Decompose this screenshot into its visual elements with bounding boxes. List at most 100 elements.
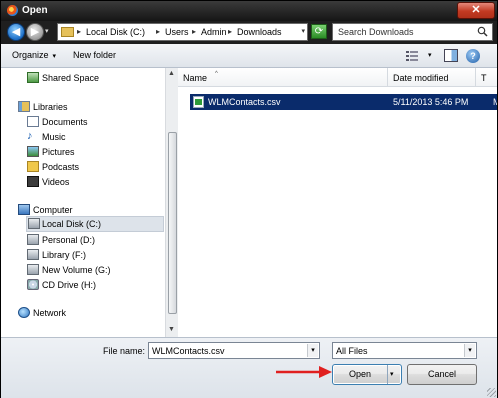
change-view-icon[interactable] bbox=[406, 50, 418, 61]
breadcrumb-separator[interactable]: ▸ bbox=[192, 27, 196, 36]
drive-icon bbox=[28, 218, 40, 229]
breadcrumb-separator[interactable]: ▸ bbox=[156, 27, 160, 36]
chevron-down-icon[interactable]: ▾ bbox=[464, 344, 475, 357]
breadcrumb-local-disk[interactable]: Local Disk (C:) bbox=[86, 27, 145, 37]
column-header-type[interactable]: T bbox=[476, 68, 497, 87]
help-icon[interactable]: ? bbox=[466, 49, 480, 63]
sidebar-item-pictures[interactable]: Pictures bbox=[27, 145, 147, 160]
drive-icon bbox=[27, 264, 39, 275]
sidebar-item-label: Videos bbox=[42, 177, 70, 187]
breadcrumb-downloads[interactable]: Downloads bbox=[237, 27, 282, 37]
drive-icon bbox=[27, 234, 39, 245]
breadcrumb-admin[interactable]: Admin bbox=[201, 27, 227, 37]
open-button-label: Open bbox=[348, 369, 372, 379]
annotation-arrow-icon bbox=[276, 366, 332, 378]
file-selection-panel: File name: WLMContacts.csv ▾ All Files ▾… bbox=[1, 337, 497, 398]
videos-icon bbox=[27, 176, 39, 187]
scrollbar-thumb[interactable] bbox=[168, 132, 177, 314]
folder-icon bbox=[61, 27, 74, 37]
new-folder-button[interactable]: New folder bbox=[73, 50, 116, 60]
close-button[interactable]: ✕ bbox=[457, 2, 495, 19]
preview-pane-icon[interactable] bbox=[444, 49, 458, 62]
sidebar-item-label: Local Disk (C:) bbox=[42, 219, 102, 229]
split-divider bbox=[387, 365, 388, 384]
recent-locations-dropdown[interactable]: ▾ bbox=[45, 27, 49, 35]
sidebar-item-network[interactable]: Network bbox=[18, 306, 138, 321]
sidebar-item-label: New Volume (G:) bbox=[42, 265, 111, 275]
file-name-label: File name: bbox=[103, 346, 146, 356]
breadcrumb-users[interactable]: Users bbox=[165, 27, 189, 37]
pictures-icon bbox=[27, 146, 39, 157]
column-header-date-modified[interactable]: Date modified bbox=[388, 68, 476, 87]
file-list[interactable]: Name ^ Date modified T WLMContacts.csv 5… bbox=[178, 68, 497, 337]
sidebar-item-documents[interactable]: Documents bbox=[27, 115, 147, 130]
sidebar-item-label: Pictures bbox=[42, 147, 75, 157]
file-name-input[interactable]: WLMContacts.csv ▾ bbox=[148, 342, 320, 359]
file-date-modified: 5/11/2013 5:46 PM bbox=[393, 97, 469, 107]
sidebar-item-label: Documents bbox=[42, 117, 88, 127]
navigation-bar: ◀ ▶ ▾ ▸ Local Disk (C:) ▸ Users ▸ Admin … bbox=[1, 21, 497, 43]
column-label: Name bbox=[183, 73, 208, 83]
sidebar-item-label: Computer bbox=[33, 205, 73, 215]
chevron-down-icon: ▾ bbox=[52, 53, 57, 60]
sidebar-item-label: Shared Space bbox=[42, 73, 100, 83]
sidebar-item-label: Network bbox=[33, 308, 67, 318]
forward-button[interactable]: ▶ bbox=[26, 23, 44, 41]
sidebar-item-label: CD Drive (H:) bbox=[42, 280, 96, 290]
podcasts-icon bbox=[27, 161, 39, 172]
resize-grip[interactable] bbox=[487, 388, 496, 397]
file-type: M bbox=[493, 97, 497, 107]
cancel-button[interactable]: Cancel bbox=[407, 364, 477, 385]
column-label: Date modified bbox=[393, 73, 449, 83]
navigation-pane[interactable]: Shared Space Libraries Documents ♪ Music… bbox=[1, 68, 165, 337]
cd-drive-icon bbox=[27, 279, 39, 290]
file-name: WLMContacts.csv bbox=[208, 97, 281, 107]
computer-icon bbox=[18, 204, 30, 215]
file-row[interactable]: WLMContacts.csv 5/11/2013 5:46 PM M bbox=[190, 94, 497, 110]
organize-button[interactable]: Organize ▾ bbox=[12, 50, 56, 60]
back-button[interactable]: ◀ bbox=[7, 23, 25, 41]
csv-file-icon bbox=[193, 96, 204, 108]
file-type-filter-select[interactable]: All Files ▾ bbox=[332, 342, 477, 359]
chevron-down-icon[interactable]: ▾ bbox=[428, 51, 432, 59]
sidebar-item-label: Music bbox=[42, 132, 66, 142]
sidebar-item-local-disk[interactable]: Local Disk (C:) bbox=[26, 216, 164, 232]
breadcrumb-separator[interactable]: ▸ bbox=[77, 27, 81, 36]
sort-ascending-icon: ^ bbox=[215, 71, 218, 77]
column-header-row: Name ^ Date modified T bbox=[178, 68, 497, 87]
sidebar-item-videos[interactable]: Videos bbox=[27, 175, 147, 190]
network-icon bbox=[18, 307, 30, 318]
scroll-up-arrow-icon[interactable]: ▲ bbox=[168, 70, 175, 77]
address-bar[interactable]: ▸ Local Disk (C:) ▸ Users ▸ Admin ▸ Down… bbox=[57, 23, 308, 41]
window-title: Open bbox=[22, 5, 48, 16]
sidebar-item-library[interactable]: Library (F:) bbox=[27, 248, 147, 263]
column-label: T bbox=[481, 73, 487, 83]
chevron-down-icon[interactable]: ▾ bbox=[307, 344, 318, 357]
navigation-scrollbar[interactable]: ▲ ▼ bbox=[165, 68, 178, 337]
sidebar-item-cd-drive[interactable]: CD Drive (H:) bbox=[27, 278, 147, 293]
sidebar-item-label: Podcasts bbox=[42, 162, 80, 172]
sidebar-item-shared-space[interactable]: Shared Space bbox=[27, 71, 147, 86]
shared-space-icon bbox=[27, 72, 39, 83]
sidebar-item-podcasts[interactable]: Podcasts bbox=[27, 160, 147, 175]
command-bar: Organize ▾ New folder ▾ ? bbox=[1, 44, 497, 68]
chevron-down-icon[interactable]: ▾ bbox=[390, 365, 394, 384]
file-type-filter-value: All Files bbox=[336, 346, 368, 356]
refresh-button[interactable]: ⟳ bbox=[311, 24, 327, 39]
search-icon[interactable] bbox=[477, 26, 488, 37]
column-header-name[interactable]: Name ^ bbox=[178, 68, 388, 87]
scroll-down-arrow-icon[interactable]: ▼ bbox=[168, 326, 175, 333]
search-input[interactable]: Search Downloads bbox=[332, 23, 493, 41]
sidebar-item-music[interactable]: ♪ Music bbox=[27, 130, 147, 145]
sidebar-item-personal[interactable]: Personal (D:) bbox=[27, 233, 147, 248]
sidebar-item-libraries[interactable]: Libraries bbox=[18, 100, 138, 115]
libraries-icon bbox=[18, 101, 30, 112]
file-name-value: WLMContacts.csv bbox=[152, 346, 225, 356]
title-bar[interactable]: Open ✕ bbox=[1, 1, 497, 21]
music-icon: ♪ bbox=[27, 130, 33, 142]
sidebar-item-label: Libraries bbox=[33, 102, 68, 112]
sidebar-item-new-volume[interactable]: New Volume (G:) bbox=[27, 263, 147, 278]
open-button[interactable]: Open ▾ bbox=[332, 364, 402, 385]
breadcrumb-separator[interactable]: ▸ bbox=[228, 27, 232, 36]
chevron-down-icon[interactable]: ▾ bbox=[301, 27, 305, 35]
